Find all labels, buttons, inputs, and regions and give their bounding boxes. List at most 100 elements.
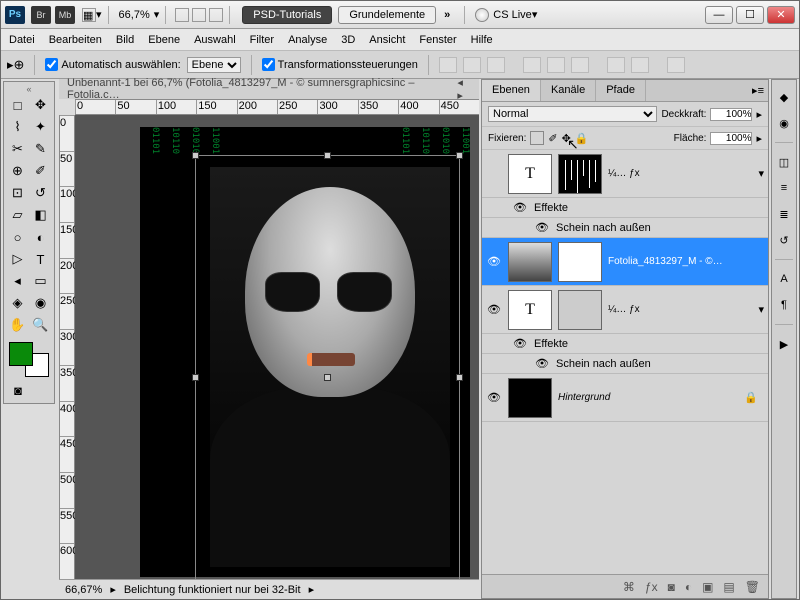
healing-tool[interactable]: ⊕ xyxy=(6,160,29,182)
history-brush-tool[interactable]: ↺ xyxy=(29,182,52,204)
menu-hilfe[interactable]: Hilfe xyxy=(471,34,493,46)
zoom-level[interactable]: 66,7% xyxy=(119,9,150,21)
layer-outerglow-row[interactable]: 👁 Schein nach außen xyxy=(482,218,768,238)
view-extras-icon[interactable] xyxy=(175,8,189,22)
layer-mask-icon[interactable]: ◙ xyxy=(668,580,675,594)
visibility-icon[interactable]: 👁 xyxy=(534,357,550,370)
layer-thumb[interactable] xyxy=(508,378,552,418)
menu-3d[interactable]: 3D xyxy=(341,34,355,46)
panel-paragraph-icon[interactable]: ¶ xyxy=(775,296,793,314)
eraser-tool[interactable]: ▱ xyxy=(6,204,29,226)
lasso-tool[interactable]: ⌇ xyxy=(6,116,29,138)
menu-bild[interactable]: Bild xyxy=(116,34,134,46)
tab-ebenen[interactable]: Ebenen xyxy=(482,80,541,101)
view-grid-icon[interactable] xyxy=(192,8,206,22)
distribute-h-icon[interactable] xyxy=(607,57,625,73)
visibility-icon[interactable]: 👁 xyxy=(512,201,528,214)
dropdown-caret-icon[interactable]: ▾ xyxy=(154,8,160,21)
panel-color-icon[interactable]: ◆ xyxy=(775,88,793,106)
dodge-tool[interactable]: ◐ xyxy=(29,226,52,248)
shape-tool[interactable]: ▭ xyxy=(29,270,52,292)
tab-kanaele[interactable]: Kanäle xyxy=(541,80,596,101)
panel-adjustments-icon[interactable]: ◫ xyxy=(775,153,793,171)
panel-character-icon[interactable]: A xyxy=(775,270,793,288)
layer-mask-thumb[interactable] xyxy=(558,154,602,194)
visibility-icon[interactable]: 👁 xyxy=(534,221,550,234)
lock-position-icon[interactable]: ✥ xyxy=(562,132,571,145)
layer-mask-thumb[interactable] xyxy=(558,290,602,330)
menu-bearbeiten[interactable]: Bearbeiten xyxy=(49,34,102,46)
align-left-icon[interactable] xyxy=(523,57,541,73)
layer-fotolia-selected[interactable]: 👁 Fotolia_4813297_M - ©… xyxy=(482,238,768,286)
ruler-vertical[interactable]: 050100150200250300350400450500550600 xyxy=(59,115,75,579)
brush-tool[interactable]: ✐ xyxy=(29,160,52,182)
lock-pixels-icon[interactable]: ✐ xyxy=(548,132,557,145)
transform-controls-checkbox[interactable]: Transformationssteuerungen xyxy=(262,58,418,71)
quickmask-tool[interactable]: ◙ xyxy=(6,379,30,401)
panel-menu-icon[interactable]: ▸≡ xyxy=(748,80,768,101)
panel-swatches-icon[interactable]: ◉ xyxy=(775,114,793,132)
align-vcenter-icon[interactable] xyxy=(463,57,481,73)
blur-tool[interactable]: ○ xyxy=(6,226,29,248)
menu-filter[interactable]: Filter xyxy=(250,34,274,46)
align-right-icon[interactable] xyxy=(571,57,589,73)
move-tool-icon[interactable]: ▸⊕ xyxy=(7,57,24,73)
auto-align-icon[interactable] xyxy=(667,57,685,73)
layer-name[interactable]: Fotolia_4813297_M - ©… xyxy=(608,256,764,267)
panel-history-icon[interactable]: ↺ xyxy=(775,231,793,249)
lock-all-icon[interactable]: 🔒 xyxy=(575,132,589,145)
visibility-icon[interactable]: 👁 xyxy=(486,255,502,268)
pen-tool[interactable]: ▷ xyxy=(6,248,29,270)
distribute-v-icon[interactable] xyxy=(631,57,649,73)
visibility-icon[interactable]: 👁 xyxy=(512,337,528,350)
link-layers-icon[interactable]: ⌘ xyxy=(623,580,635,594)
menu-ebene[interactable]: Ebene xyxy=(148,34,180,46)
layer-group-icon[interactable]: ▣ xyxy=(702,580,713,594)
dropdown-caret-icon[interactable]: ▾ xyxy=(96,8,102,21)
align-hcenter-icon[interactable] xyxy=(547,57,565,73)
magic-wand-tool[interactable]: ✦ xyxy=(29,116,52,138)
canvas-area[interactable]: 01101101100101011001 0110110110010101100… xyxy=(75,115,479,579)
path-select-tool[interactable]: ◂ xyxy=(6,270,29,292)
layer-thumb[interactable] xyxy=(508,242,552,282)
fill-slider-icon[interactable]: ▸ xyxy=(756,132,762,145)
window-minimize-button[interactable]: — xyxy=(705,6,733,24)
bridge-icon[interactable]: Br xyxy=(31,6,51,24)
stamp-tool[interactable]: ⊡ xyxy=(6,182,29,204)
blend-mode-select[interactable]: Normal xyxy=(488,106,657,122)
toolbox-collapse-icon[interactable]: « xyxy=(6,84,52,94)
opacity-slider-icon[interactable]: ▸ xyxy=(756,108,762,121)
3d-camera-tool[interactable]: ◉ xyxy=(29,292,52,314)
panel-actions-icon[interactable]: ▶ xyxy=(775,335,793,353)
document-tab[interactable]: Unbenannt-1 bei 66,7% (Fotolia_4813297_M… xyxy=(59,79,479,99)
visibility-icon[interactable]: 👁 xyxy=(486,303,502,316)
layout-icon[interactable]: ▦ xyxy=(82,8,96,22)
layer-background[interactable]: 👁 Hintergrund 🔒 xyxy=(482,374,768,422)
layer-text-2[interactable]: 👁 T ¼… ƒx ▾ xyxy=(482,286,768,334)
cs-live[interactable]: CS Live ▾ xyxy=(475,8,537,22)
crop-tool[interactable]: ✂ xyxy=(6,138,29,160)
layer-mask-thumb[interactable] xyxy=(558,242,602,282)
panel-masks-icon[interactable]: ≡ xyxy=(775,179,793,197)
canvas[interactable]: 01101101100101011001 0110110110010101100… xyxy=(140,127,470,577)
3d-tool[interactable]: ◈ xyxy=(6,292,29,314)
gradient-tool[interactable]: ◧ xyxy=(29,204,52,226)
window-maximize-button[interactable]: ☐ xyxy=(736,6,764,24)
new-layer-icon[interactable]: ▤ xyxy=(723,580,734,594)
visibility-icon[interactable]: 👁 xyxy=(486,391,502,404)
view-guides-icon[interactable] xyxy=(209,8,223,22)
workspace-psd-tutorials[interactable]: PSD-Tutorials xyxy=(242,6,332,24)
type-tool[interactable]: T xyxy=(29,248,52,270)
workspace-more-icon[interactable]: » xyxy=(444,9,450,21)
adjustment-layer-icon[interactable]: ◐ xyxy=(685,580,692,594)
layer-effects-row-2[interactable]: 👁 Effekte xyxy=(482,334,768,354)
workspace-grundelemente[interactable]: Grundelemente xyxy=(338,6,436,24)
menu-fenster[interactable]: Fenster xyxy=(419,34,456,46)
minibridge-icon[interactable]: Mb xyxy=(55,6,75,24)
align-bottom-icon[interactable] xyxy=(487,57,505,73)
menu-analyse[interactable]: Analyse xyxy=(288,34,327,46)
status-zoom[interactable]: 66,67% xyxy=(65,584,102,596)
color-picker[interactable] xyxy=(9,342,49,377)
zoom-tool[interactable]: 🔍 xyxy=(29,314,52,336)
layer-outerglow-row-2[interactable]: 👁 Schein nach außen xyxy=(482,354,768,374)
